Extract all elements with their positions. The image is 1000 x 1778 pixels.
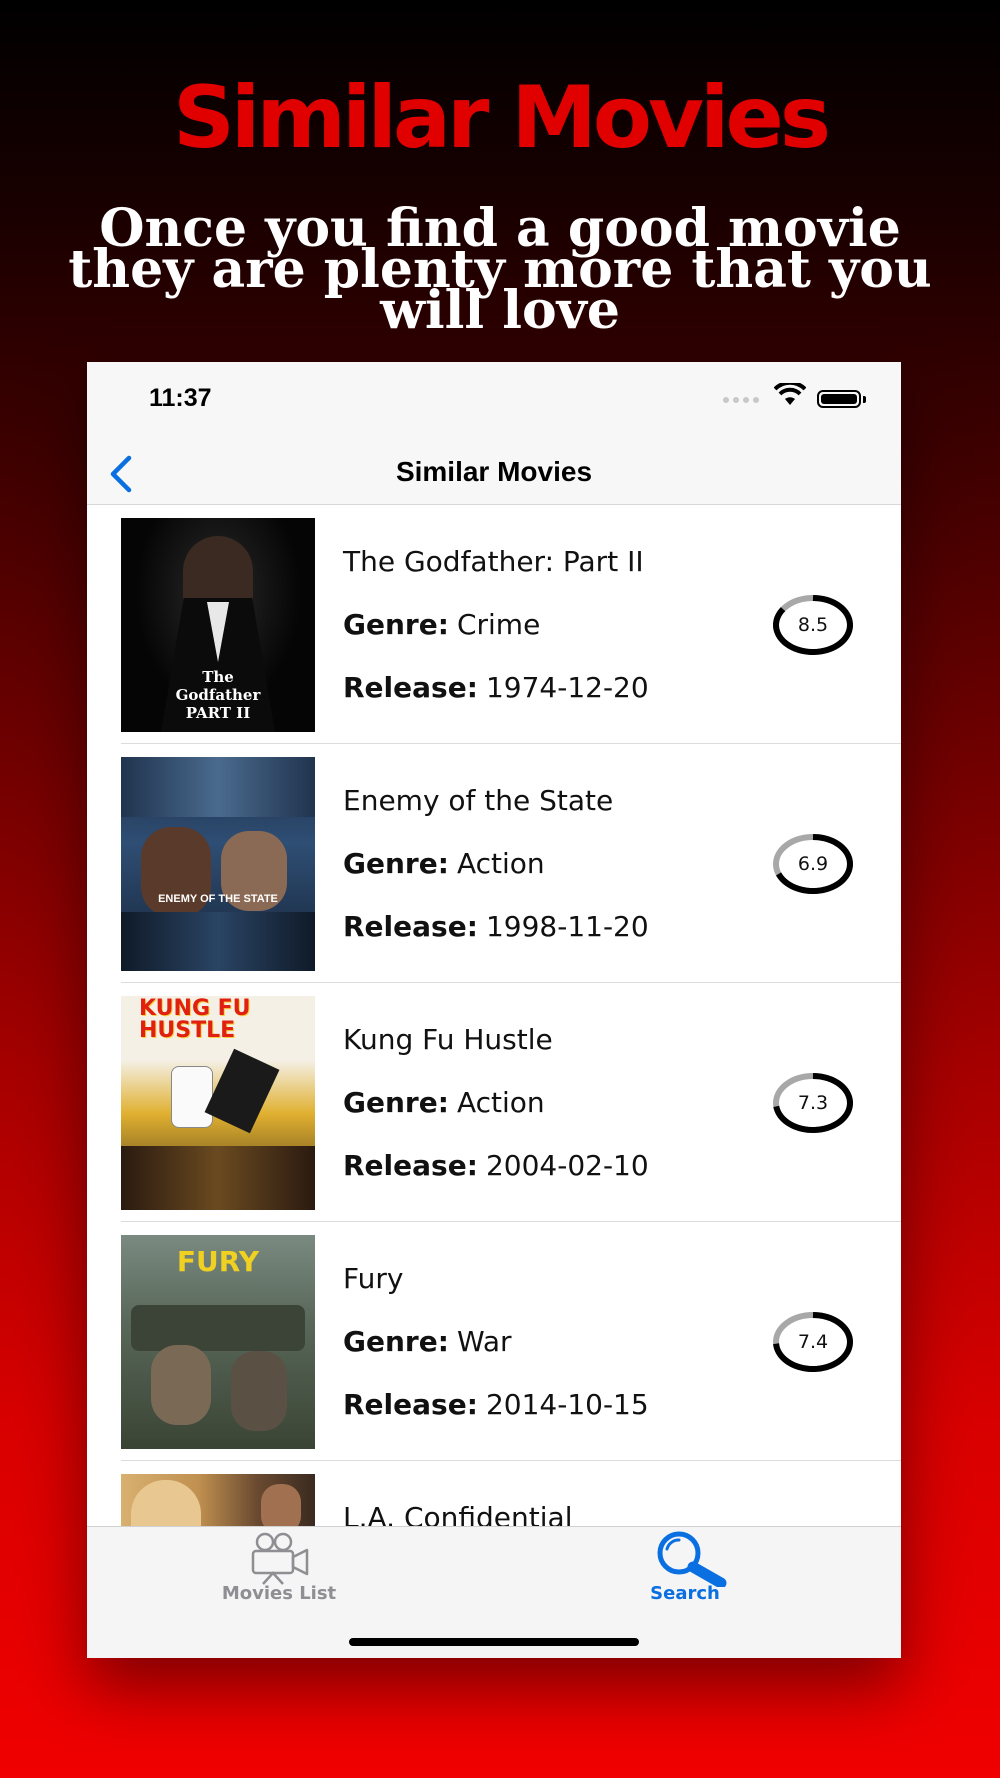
rating-value: 6.9 — [797, 853, 829, 875]
movie-row[interactable]: KUNG FU HUSTLE Kung Fu Hustle Genre: Act… — [87, 983, 901, 1222]
genre-label: Genre: — [343, 1086, 449, 1119]
movie-release: Release: 1974-12-20 — [343, 671, 649, 705]
rating-value: 7.3 — [797, 1092, 829, 1114]
rating-ring: 6.9 — [771, 832, 855, 896]
rating-ring: 8.5 — [771, 593, 855, 657]
movie-title: The Godfather: Part II — [343, 545, 644, 578]
movie-row[interactable]: FURY Fury Genre: War Release: 2014-10-15… — [87, 1222, 901, 1461]
genre-label: Genre: — [343, 847, 449, 880]
movie-row[interactable]: The Godfather PART II The Godfather: Par… — [87, 505, 901, 744]
rating-value: 8.5 — [797, 614, 829, 636]
release-label: Release: — [343, 1388, 478, 1421]
movie-release: Release: 1998-11-20 — [343, 910, 649, 944]
movie-title: Kung Fu Hustle — [343, 1023, 553, 1056]
release-label: Release: — [343, 910, 478, 943]
tab-label: Search — [650, 1583, 720, 1604]
movie-title: Fury — [343, 1262, 404, 1295]
release-value: 1998-11-20 — [485, 910, 649, 943]
genre-value: Action — [456, 847, 545, 880]
genre-value: Crime — [456, 608, 541, 641]
poster-text: KUNG FU HUSTLE — [139, 996, 251, 1043]
rating-value: 7.4 — [797, 1331, 829, 1353]
movie-camera-icon — [251, 1532, 309, 1585]
release-value: 2004-02-10 — [485, 1149, 649, 1182]
poster-text: The Godfather PART II — [175, 668, 261, 722]
movie-poster — [121, 1474, 315, 1531]
page-title: Similar Movies — [395, 456, 593, 487]
status-bar: 11:37 — [87, 362, 901, 442]
movie-row[interactable]: ENEMY OF THE STATE Enemy of the State Ge… — [87, 744, 901, 983]
movie-release: Release: 2004-02-10 — [343, 1149, 649, 1183]
signal-icon — [723, 397, 759, 403]
movie-row[interactable]: L.A. Confidential — [87, 1461, 901, 1531]
movie-list[interactable]: The Godfather PART II The Godfather: Par… — [87, 505, 901, 1531]
movie-title: Enemy of the State — [343, 784, 614, 817]
genre-label: Genre: — [343, 608, 449, 641]
poster-text: FURY — [176, 1245, 260, 1278]
movie-poster: KUNG FU HUSTLE — [121, 996, 315, 1210]
genre-value: War — [456, 1325, 512, 1358]
release-label: Release: — [343, 671, 478, 704]
movie-genre: Genre: Crime — [343, 608, 540, 642]
release-label: Release: — [343, 1149, 478, 1182]
phone-screen: 11:37 Similar Movies The Godfather PART … — [87, 362, 901, 1658]
release-value: 1974-12-20 — [485, 671, 649, 704]
movie-genre: Genre: War — [343, 1325, 512, 1359]
tab-search[interactable]: Search — [585, 1527, 785, 1627]
rating-ring: 7.3 — [771, 1071, 855, 1135]
release-value: 2014-10-15 — [485, 1388, 649, 1421]
movie-genre: Genre: Action — [343, 1086, 545, 1120]
battery-nub — [863, 396, 866, 403]
movie-poster: The Godfather PART II — [121, 518, 315, 732]
promo-subtitle: Once you find a good movie they are plen… — [68, 198, 932, 341]
genre-label: Genre: — [343, 1325, 449, 1358]
status-time: 11:37 — [149, 384, 212, 412]
tab-movies-list[interactable]: Movies List — [179, 1527, 379, 1627]
promo-title: Similar Movies — [172, 68, 831, 168]
battery-icon — [817, 390, 861, 408]
genre-value: Action — [456, 1086, 545, 1119]
poster-text: ENEMY OF THE STATE — [158, 893, 278, 905]
movie-poster: ENEMY OF THE STATE — [121, 757, 315, 971]
home-indicator — [349, 1638, 639, 1646]
tab-label: Movies List — [221, 1583, 337, 1604]
movie-release: Release: 2014-10-15 — [343, 1388, 649, 1422]
movie-poster: FURY — [121, 1235, 315, 1449]
wifi-icon — [774, 383, 806, 405]
navigation-bar: Similar Movies — [87, 442, 901, 505]
search-icon — [657, 1531, 727, 1587]
movie-genre: Genre: Action — [343, 847, 545, 881]
rating-ring: 7.4 — [771, 1310, 855, 1374]
